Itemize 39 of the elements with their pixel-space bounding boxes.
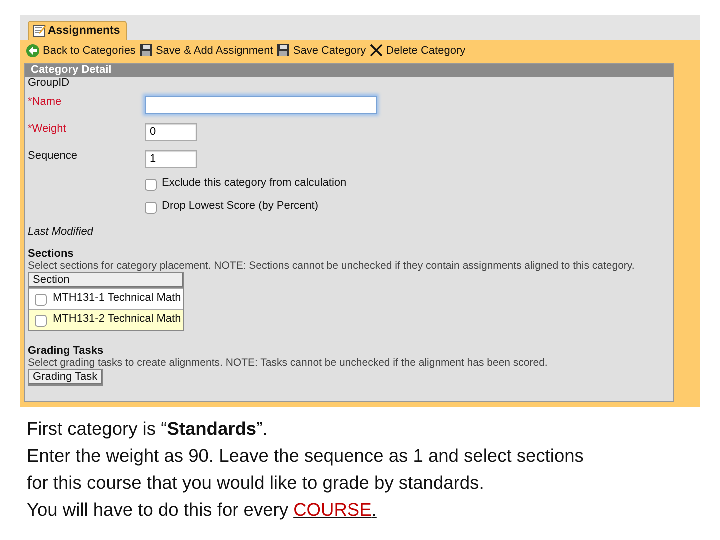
save-icon: [277, 44, 290, 57]
field-label: Sequence: [28, 150, 79, 162]
assignments-tab[interactable]: Assignments: [28, 21, 128, 40]
section-note: Select grading tasks to create alignments. NOTE: Tasks cannot be unchecked if the alignment has been scored.: [28, 357, 549, 369]
caption-line: for this course that you would like to grade by standards.: [27, 471, 486, 495]
back-arrow-icon: [26, 44, 40, 58]
checkbox-label: Exclude this category from calculation: [162, 177, 347, 189]
column-header: Section: [29, 273, 184, 288]
field-label: *Name: [28, 96, 63, 108]
section-row[interactable]: MTH131-1 Technical Math: [29, 288, 184, 309]
caption-line: You will have to do this for every COURSE.: [27, 498, 378, 522]
caption-line: First category is “Standards”.: [27, 417, 269, 441]
name-field[interactable]: [145, 96, 377, 114]
checkbox[interactable]: [145, 179, 157, 191]
number-field[interactable]: 0: [145, 123, 197, 141]
field-label: Last Modified: [28, 226, 94, 238]
checkbox-label: Drop Lowest Score (by Percent): [162, 200, 319, 212]
notepad-icon: [33, 24, 47, 37]
field-label: GroupID: [28, 77, 70, 89]
panel-header: Category Detail: [25, 64, 673, 77]
number-field[interactable]: 1: [145, 150, 197, 168]
checkbox[interactable]: [145, 202, 157, 214]
save-button[interactable]: Save & Add Assignment: [140, 44, 274, 57]
field-label: *Weight: [28, 123, 68, 135]
back-button[interactable]: Back to Categories: [26, 44, 136, 58]
section-row[interactable]: MTH131-2 Technical Math: [29, 309, 184, 330]
save-icon: [140, 44, 153, 57]
caption-line: Enter the weight as 90. Leave the sequence as 1 and select sections: [27, 444, 585, 468]
section-label: MTH131-2 Technical Math: [53, 313, 182, 327]
section-label: MTH131-1 Technical Math: [53, 292, 182, 306]
close-icon: [370, 44, 384, 57]
section-title: Grading Tasks: [28, 345, 105, 357]
checkbox[interactable]: [35, 315, 47, 327]
delete-button[interactable]: Delete Category: [370, 44, 466, 57]
save-button[interactable]: Save Category: [277, 44, 366, 57]
section-title: Sections: [28, 248, 75, 260]
section-note: Select sections for category placement. NOTE: Sections cannot be unchecked if they contain assignments aligned to this category.: [28, 260, 636, 272]
column-header: Grading Task: [29, 370, 102, 385]
checkbox[interactable]: [35, 294, 47, 306]
